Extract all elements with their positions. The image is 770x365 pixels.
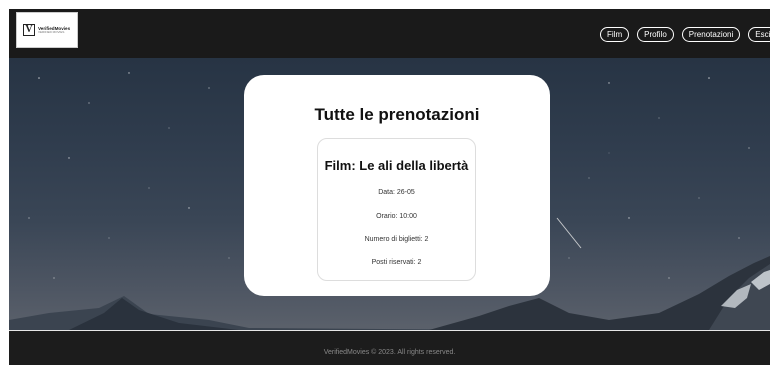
site-footer: VerifiedMovies © 2023. All rights reserv… [9, 330, 770, 365]
main-nav: Film Profilo Prenotazioni Esci [600, 27, 770, 42]
nav-profilo-button[interactable]: Profilo [637, 27, 674, 42]
site-header: V VerifiedMovies VERIFIED MOVIES Film Pr… [9, 9, 770, 58]
logo-mark-icon: V [23, 24, 35, 36]
bookings-card: Tutte le prenotazioni Film: Le ali della… [244, 75, 550, 296]
nav-film-button[interactable]: Film [600, 27, 630, 42]
nav-esci-button[interactable]: Esci [748, 27, 770, 42]
page-title: Tutte le prenotazioni [314, 105, 480, 124]
logo-tagline: VERIFIED MOVIES [38, 29, 65, 34]
site-logo[interactable]: V VerifiedMovies VERIFIED MOVIES [16, 12, 78, 48]
booking-date: Data: 26-05 [378, 189, 415, 196]
booking-time: Orario: 10:00 [376, 213, 417, 220]
booking-film-title: Film: Le ali della libertà [324, 158, 469, 173]
booking-reserved-seats: Posti riservati: 2 [371, 259, 422, 266]
copyright-text: VerifiedMovies © 2023. All rights reserv… [323, 349, 456, 356]
logo-text: VerifiedMovies VERIFIED MOVIES [38, 26, 70, 34]
nav-prenotazioni-button[interactable]: Prenotazioni [681, 27, 741, 42]
booking-ticket-count: Numero di biglietti: 2 [364, 236, 429, 243]
booking-item: Film: Le ali della libertà Data: 26-05 O… [317, 138, 476, 281]
